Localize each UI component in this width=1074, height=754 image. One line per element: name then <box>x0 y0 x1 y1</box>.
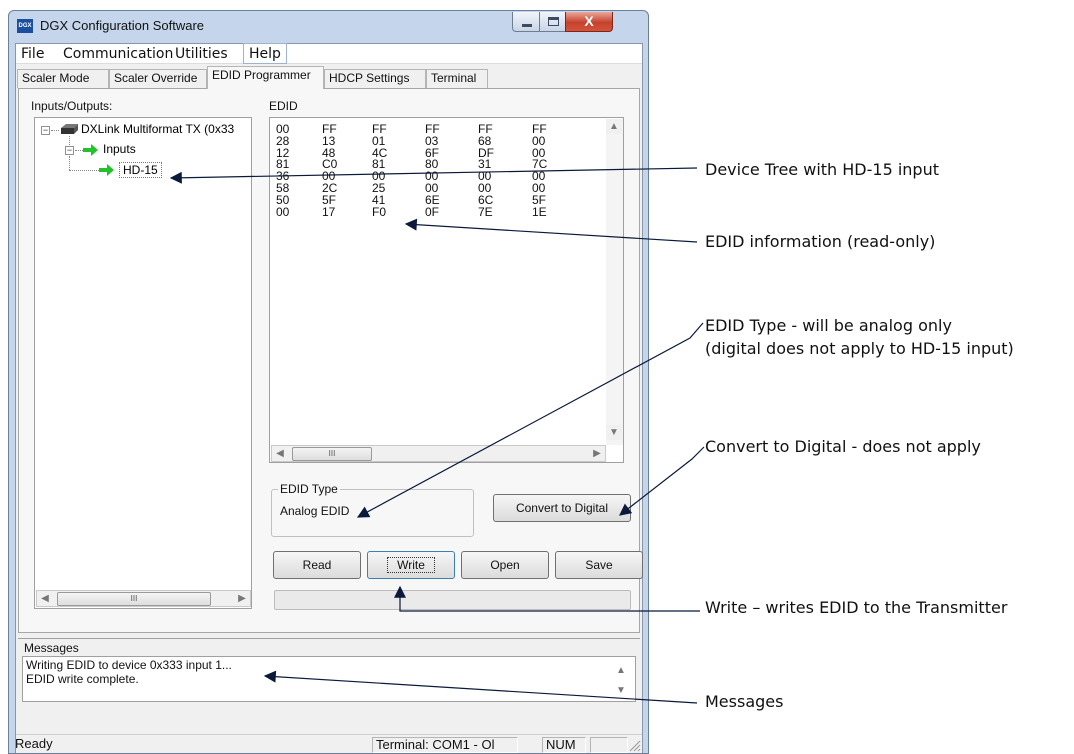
callout-line-messages <box>263 670 698 704</box>
callout-edid-type-line2: (digital does not apply to HD-15 input) <box>705 339 1014 358</box>
callout-line-convert <box>619 446 705 516</box>
callout-line-write <box>394 585 700 612</box>
tab-edid-programmer[interactable]: EDID Programmer <box>207 66 324 89</box>
annotation-layer <box>169 167 705 704</box>
callout-edid-info: EDID information (read-only) <box>705 232 936 251</box>
callout-device-tree: Device Tree with HD-15 input <box>705 160 939 179</box>
callout-line-edid-info <box>404 218 698 243</box>
callout-line-edid-type <box>356 322 704 518</box>
callout-line-device-tree <box>169 167 698 184</box>
callout-edid-type-line1: EDID Type - will be analog only <box>705 316 952 335</box>
callout-convert: Convert to Digital - does not apply <box>705 437 981 456</box>
callout-messages: Messages <box>705 692 784 711</box>
callout-write: Write – writes EDID to the Transmitter <box>705 598 1008 617</box>
